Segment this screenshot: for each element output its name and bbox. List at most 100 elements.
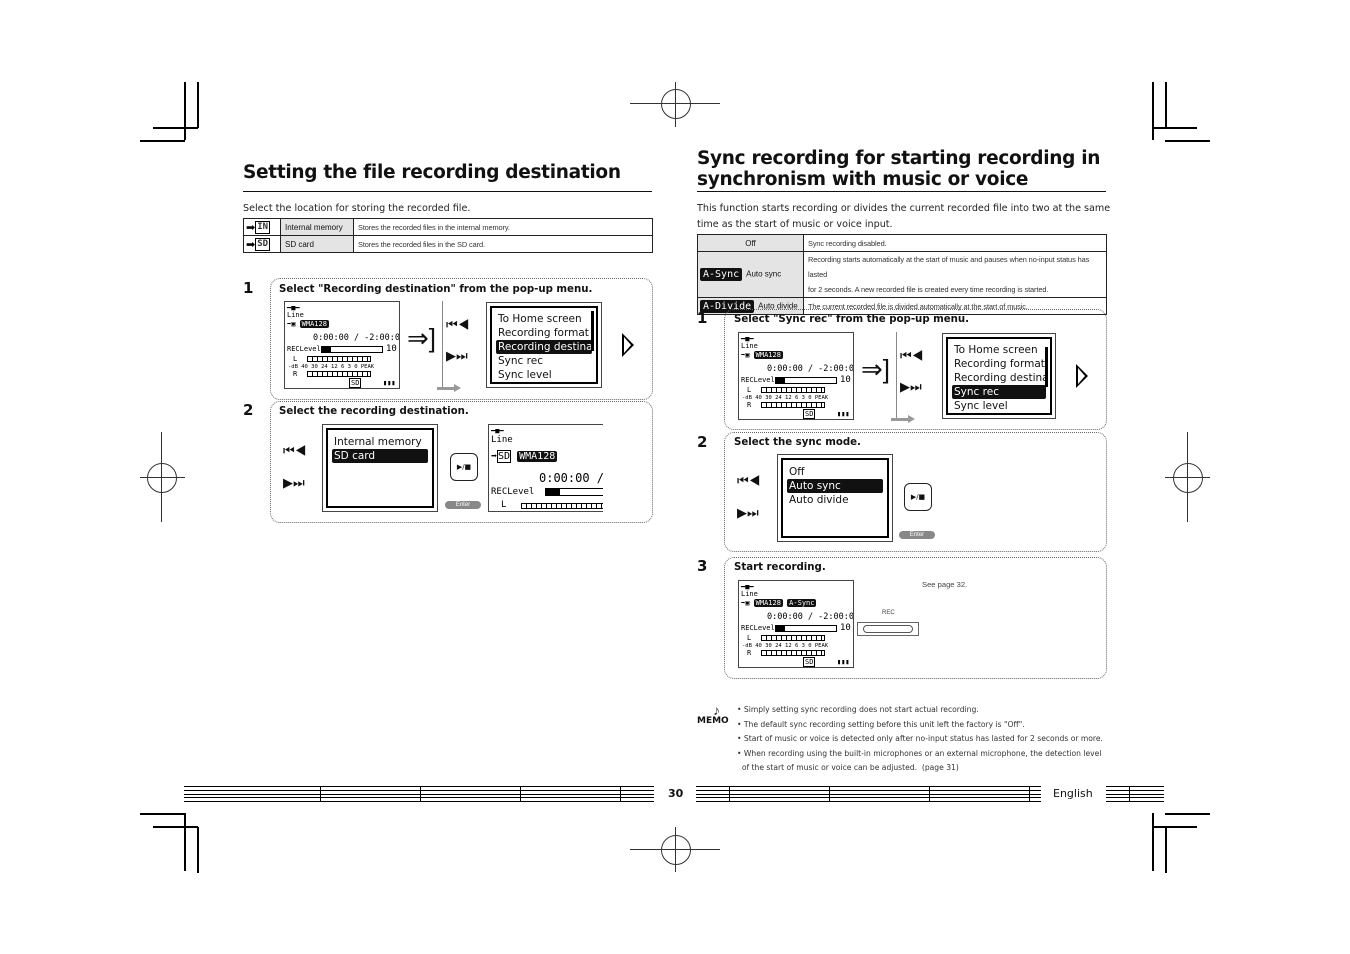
crop-mark [153,826,198,828]
lcd-screen-partial: ━■━ Line ➡SD WMA128 0:00:00 / -2:00:00 R… [488,424,603,512]
rec-level-bar [775,377,837,384]
step-heading: Start recording. [734,562,826,573]
skip-back-icon[interactable]: ⏮◀ [737,473,760,489]
lcd-sync-tag: A-Sync [787,599,817,607]
skip-forward-icon[interactable]: ▶⏭ [900,379,922,395]
enter-label: Enter [445,501,481,509]
sync-modes-table: Off Sync recording disabled. A-Sync Auto … [697,234,1107,315]
menu-item-to-home-screen[interactable]: To Home screen [952,343,1046,357]
menu-item-recording-destination[interactable]: Recording destinat [952,371,1046,385]
intro-text: Select the location for storing the reco… [243,203,471,214]
mode-description: Sync recording disabled. [803,234,1107,252]
crop-mark [1165,827,1167,873]
crop-mark [153,127,198,129]
grey-arrow-icon [437,384,461,392]
battery-icon: ▮▮▮ [837,410,850,418]
table-row: ➡ SD SD card Stores the recorded files in… [243,235,653,253]
title-line-2: synchronism with music or voice [697,169,1029,190]
menu-item-internal-memory[interactable]: Internal memory [332,435,428,449]
language-label: English [1053,787,1093,800]
footer-rule-left [184,786,654,802]
lcd-level-value: 10 [840,375,851,385]
popup-menu: To Home screen Recording format Recordin… [942,333,1056,419]
crop-mark [184,813,186,871]
table-row: A-Sync Auto sync Recording starts automat… [697,251,1107,298]
lcd-time: 0:00:00 / -2:00:00 [539,471,603,485]
lcd-input: Line [287,311,304,319]
crop-mark [1152,127,1197,129]
menu-item-sync-rec[interactable]: Sync rec [952,385,1046,399]
sync-mode-menu: Off Auto sync Auto divide [777,454,893,542]
skip-forward-icon[interactable]: ▶⏭ [737,505,759,521]
step-heading: Select the recording destination. [279,406,469,417]
lcd-format: WMA128 [299,320,329,328]
lcd-time: 0:00:00 / -2:00:00 [313,333,400,343]
enter-menu-icon: ⇒] [407,323,437,353]
skip-back-icon[interactable]: ⏮◀ [283,443,306,459]
menu-item-sd-card[interactable]: SD card [332,449,428,463]
level-meter-left [521,503,603,509]
rec-level-bar [321,346,383,353]
arrow-right-icon: ➡ [246,238,256,251]
skip-back-icon[interactable]: ⏮◀ [900,348,923,364]
memory-icon: ➡▣ [287,320,300,328]
skip-forward-icon[interactable]: ▶⏭ [446,348,468,364]
lcd-screen: ━■━ Line ➡▣ WMA128 0:00:00 / -2:00:00 RE… [284,301,400,389]
intro-text: This function starts recording or divide… [697,203,1111,230]
memo-item: of the start of music or voice can be ad… [737,763,959,772]
menu-scrollbar[interactable] [1045,347,1048,387]
crop-mark [140,140,185,142]
menu-item-recording-destination[interactable]: Recording destinat [496,340,592,354]
crop-mark [197,82,199,128]
menu-item-sync-level[interactable]: Sync level [952,399,1046,413]
crop-mark [1165,813,1210,815]
lcd-level-value: 10 [840,623,851,633]
level-meter-right [307,371,371,377]
level-meter-left [307,356,371,362]
menu-item-auto-sync[interactable]: Auto sync [787,479,883,493]
lcd-time: 0:00:00 / -2:00:00 [767,612,854,622]
level-meter-right [761,402,825,408]
title-rule [697,191,1106,192]
memo-label: MEMO [697,716,729,726]
lcd-format: WMA128 [753,599,783,607]
play-stop-button[interactable]: ▶/■ [904,483,932,511]
lcd-time: 0:00:00 / -2:00:00 [767,364,854,374]
memo-list: • Simply setting sync recording does not… [737,703,1103,776]
step-number: 3 [697,557,708,575]
lcd-level-label: RECLevel [741,376,775,384]
rec-button[interactable] [857,622,919,636]
sd-card-icon: SD [803,657,816,667]
a-sync-icon: A-Sync [700,268,743,281]
crop-mark [1152,813,1154,871]
lcd-input: Line [741,342,758,350]
sd-card-icon: SD [803,409,816,419]
skip-forward-icon[interactable]: ▶⏭ [283,475,305,491]
enter-menu-icon: ⇒] [861,354,891,384]
menu-item-auto-divide[interactable]: Auto divide [787,493,883,507]
sd-card-icon: SD [349,378,362,388]
option-label: Internal memory [280,218,354,236]
lcd-input: Line [491,435,513,445]
step-number: 2 [697,433,708,451]
lcd-scale: -dB 40 30 24 12 6 3 0 PEAK [288,364,375,370]
menu-item-off[interactable]: Off [787,465,883,479]
menu-item-recording-format[interactable]: Recording format [496,326,592,340]
menu-item-to-home-screen[interactable]: To Home screen [496,312,592,326]
menu-item-sync-level[interactable]: Sync level [496,368,592,382]
menu-scrollbar[interactable] [591,311,594,351]
mode-label: Auto sync [746,269,782,279]
title-line-1: Sync recording for starting recording in [697,148,1101,169]
step-heading: Select the sync mode. [734,437,861,448]
crop-mark [1152,82,1154,140]
memo-item: • The default sync recording setting bef… [737,719,1025,729]
rec-level-bar [545,488,603,496]
next-arrow-icon [622,333,634,357]
menu-item-sync-rec[interactable]: Sync rec [496,354,592,368]
menu-item-recording-format[interactable]: Recording format [952,357,1046,371]
skip-back-icon[interactable]: ⏮◀ [446,317,469,333]
play-stop-button[interactable]: ▶/■ [450,453,478,481]
lcd-level-label: RECLevel [287,345,321,353]
lcd-level-label: RECLevel [741,624,775,632]
step-number: 1 [243,279,254,297]
